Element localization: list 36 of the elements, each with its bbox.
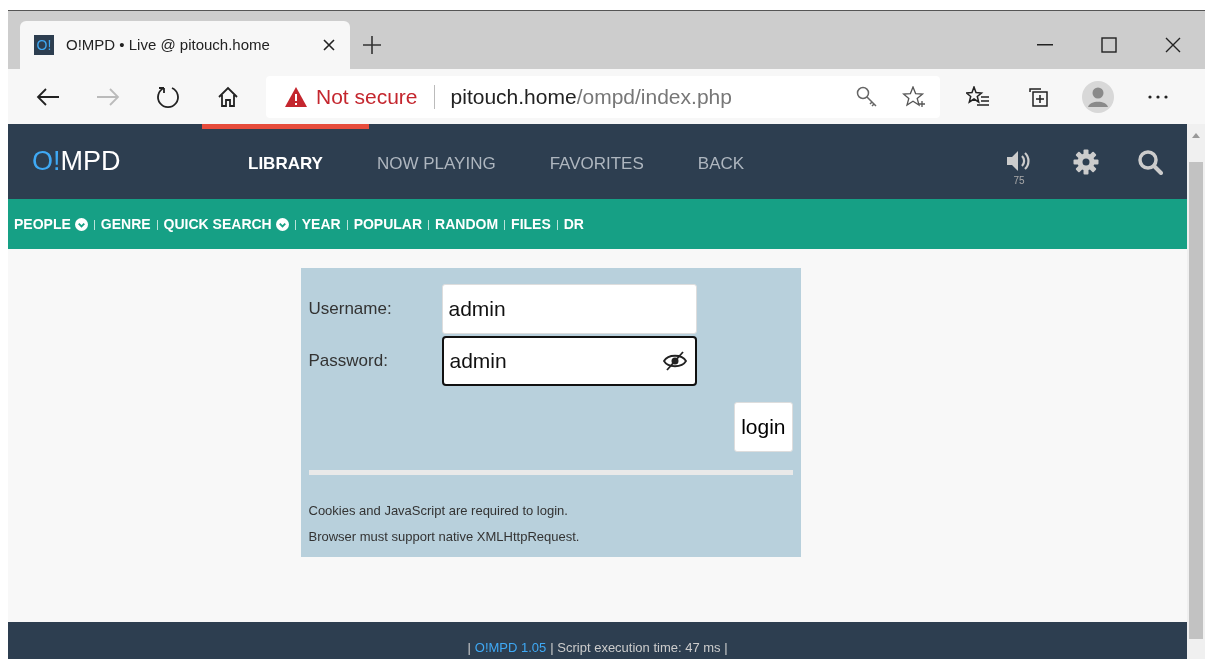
login-button[interactable]: login [734,402,793,452]
address-bar[interactable]: Not secure pitouch.home/ompd/index.php [266,75,940,118]
subnav-link[interactable]: YEAR [301,213,341,235]
password-field[interactable]: admin [441,336,697,386]
subnav-link[interactable]: PEOPLE [14,213,88,235]
eye-slash-icon[interactable] [662,351,687,371]
version-link[interactable]: O!MPD 1.05 [474,637,547,657]
settings-icon[interactable] [1073,148,1099,175]
subnav-link[interactable]: FILES [511,213,551,235]
search-icon[interactable] [1137,148,1163,175]
subnav-link[interactable]: GENRE [100,213,151,235]
browser-tab[interactable]: O! O!MPD • Live @ pitouch.home [20,21,350,69]
subnav-link[interactable]: QUICK SEARCH [163,213,289,235]
tab-title: O!MPD • Live @ pitouch.home [66,34,271,55]
security-warning: Not secure [316,83,418,110]
field-label: Password: [308,350,389,373]
url-text: pitouch.home/ompd/index.php [450,83,732,110]
execution-time-text: | Script execution time: 47 ms | [550,638,728,657]
close-tab-icon[interactable] [322,38,336,52]
site-favicon: O! [34,35,54,55]
info-text: Browser must support native XMLHttpRequest. [308,527,581,546]
nav-tab[interactable]: BACK [697,124,745,199]
scrollbar-thumb[interactable] [1189,162,1203,639]
warning-icon [284,85,308,108]
key-icon[interactable] [856,85,878,108]
subnav-link[interactable]: DR [563,213,584,235]
field-label: Username: [308,298,393,321]
nav-tab[interactable]: FAVORITES [549,124,644,199]
volume-level: 75 [1013,174,1025,188]
nav-tab[interactable]: NOW PLAYING [376,124,496,199]
subnav-link[interactable]: RANDOM [435,213,499,235]
footer-separator: | [467,638,471,657]
subnav-link[interactable]: POPULAR [353,213,423,235]
username-field[interactable]: admin [441,284,697,334]
info-text: Cookies and JavaScript are required to login. [308,502,569,520]
star-plus-icon[interactable] [902,85,926,108]
